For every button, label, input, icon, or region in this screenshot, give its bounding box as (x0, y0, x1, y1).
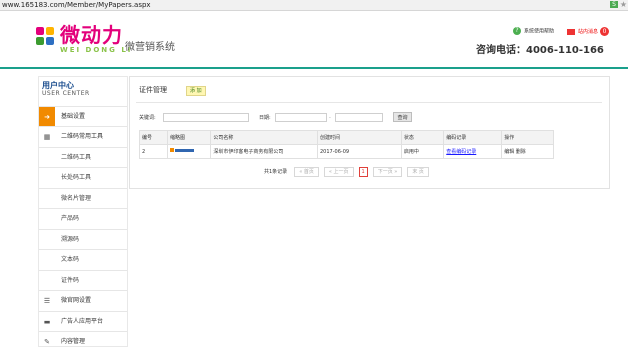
sidebar-item-label: 二维码工具 (61, 154, 92, 161)
logo-tagline: 微营销系统 (125, 42, 175, 53)
bookmark-star-icon[interactable]: ★ (620, 0, 627, 10)
qrcode-icon: ▦ (43, 133, 51, 141)
logo-mark-icon (36, 27, 56, 47)
page-title: 证件管理 (139, 86, 167, 94)
sidebar-item-website-settings[interactable]: ☰ 微官网设置 (39, 290, 127, 311)
cell-created: 2017-06-09 (317, 144, 402, 159)
thumbnail-image[interactable] (169, 148, 194, 154)
logo-subtitle: WEI DONG LI (60, 46, 133, 54)
column-header-status: 状态 (400, 130, 445, 145)
prev-page-button[interactable]: « 上一页 (323, 167, 354, 177)
keyword-label: 关键词: (139, 115, 156, 121)
hotline-text: 咨询电话：4006-110-166 (476, 45, 604, 56)
sidebar-item-label: 微官网设置 (61, 297, 92, 304)
question-icon: ? (513, 27, 521, 35)
cell-id: 2 (139, 144, 168, 159)
column-header-created: 创建时间 (317, 130, 402, 145)
messages-label: 站内消息 (578, 29, 599, 35)
query-button[interactable]: 查询 (393, 112, 412, 122)
pagination: 共1条记录 « 首页 « 上一页 1 下一页 » 末 页 (264, 167, 434, 177)
browser-address-bar[interactable]: www.165183.com/Member/MyPapers.aspx S ★ (0, 0, 628, 11)
extension-icon[interactable]: S (610, 1, 618, 8)
sidebar-item-trace-code[interactable]: 溯源码 (39, 229, 127, 250)
pagination-total: 共1条记录 (264, 169, 288, 175)
column-header-thumbnail: 缩略图 (166, 130, 212, 145)
sidebar-item-label: 微名片管理 (61, 195, 92, 202)
sidebar: 用户中心 USER CENTER ➜ 基础设置 ▦ 二维码常用工具 二维码工具 … (38, 76, 128, 347)
sidebar-item-label: 基础设置 (61, 113, 86, 120)
column-header-company: 公司名称 (210, 130, 318, 145)
certificate-table: 编号 缩略图 公司名称 创建时间 状态 编码记录 操作 2 深圳市伊印客电子商务… (139, 130, 554, 159)
content-panel: 证件管理 添 加 关键词: 日期: - 查询 编号 缩略图 公司名称 创建时间 … (129, 76, 610, 189)
next-page-button[interactable]: 下一页 » (372, 167, 403, 177)
current-page-button[interactable]: 1 (358, 167, 368, 177)
column-header-record: 编码记录 (443, 130, 503, 145)
help-label: 系统使用帮助 (524, 28, 555, 35)
date-to-input[interactable] (335, 113, 383, 122)
sidebar-item-qrcode-tools[interactable]: ▦ 二维码常用工具 (39, 126, 127, 147)
date-label: 日期: (259, 115, 271, 121)
sidebar-title-en: USER CENTER (42, 90, 90, 97)
sidebar-item-content-management[interactable]: ✎ 内容管理 (39, 331, 127, 352)
view-record-link[interactable]: 查看编码记录 (446, 149, 476, 155)
add-button[interactable]: 添 加 (186, 86, 206, 96)
sidebar-item-long-code[interactable]: 长处码工具 (39, 167, 127, 188)
list-icon: ☰ (43, 297, 51, 305)
sidebar-item-label: 内容管理 (61, 338, 86, 345)
last-page-button[interactable]: 末 页 (407, 167, 429, 177)
arrow-right-icon: ➜ (39, 107, 55, 127)
sidebar-item-label: 长处码工具 (61, 174, 92, 181)
logo-title: 微动力 (60, 23, 123, 47)
envelope-icon (567, 28, 575, 35)
messages-count-badge: 0 (600, 27, 610, 36)
sidebar-title: 用户中心 (42, 81, 74, 90)
cell-company: 深圳市伊印客电子商务有限公司 (210, 144, 318, 159)
ad-icon: ▬ (43, 318, 51, 326)
cell-actions[interactable]: 编辑 删除 (501, 144, 554, 159)
sidebar-item-ad-platform[interactable]: ▬ 广告人应用平台 (39, 311, 127, 332)
messages-link[interactable]: 站内消息 0 (567, 27, 610, 36)
sidebar-item-label: 证件码 (61, 277, 80, 284)
column-header-id: 编号 (139, 130, 168, 145)
sidebar-item-label: 产品码 (61, 215, 80, 222)
cell-status: 启用中 (400, 144, 445, 159)
sidebar-item-business-card[interactable]: 微名片管理 (39, 188, 127, 209)
table-row: 2 深圳市伊印客电子商务有限公司 2017-06-09 启用中 查看编码记录 编… (139, 144, 554, 159)
edit-icon: ✎ (44, 338, 50, 346)
sidebar-item-certificate-code[interactable]: 证件码 (39, 270, 127, 291)
first-page-button[interactable]: « 首页 (294, 167, 319, 177)
keyword-input[interactable] (163, 113, 249, 122)
sidebar-item-product-code[interactable]: 产品码 (39, 208, 127, 229)
sidebar-item-label: 文本码 (61, 256, 80, 263)
title-divider (136, 102, 602, 103)
cell-record: 查看编码记录 (443, 144, 503, 159)
sidebar-item-label: 二维码常用工具 (61, 133, 104, 140)
header-divider (0, 67, 628, 69)
date-separator: - (329, 115, 331, 121)
date-from-input[interactable] (275, 113, 327, 122)
sidebar-item-label: 溯源码 (61, 236, 80, 243)
sidebar-item-qrcode[interactable]: 二维码工具 (39, 147, 127, 168)
sidebar-item-label: 广告人应用平台 (61, 318, 104, 325)
table-header-row: 编号 缩略图 公司名称 创建时间 状态 编码记录 操作 (139, 130, 554, 145)
help-link[interactable]: ? 系统使用帮助 (513, 27, 554, 36)
column-header-actions: 操作 (501, 130, 554, 145)
cell-thumbnail[interactable] (166, 144, 212, 159)
url-text[interactable]: www.165183.com/Member/MyPapers.aspx (2, 0, 151, 10)
sidebar-item-text-code[interactable]: 文本码 (39, 249, 127, 270)
sidebar-item-basic-settings[interactable]: ➜ 基础设置 (39, 106, 127, 127)
